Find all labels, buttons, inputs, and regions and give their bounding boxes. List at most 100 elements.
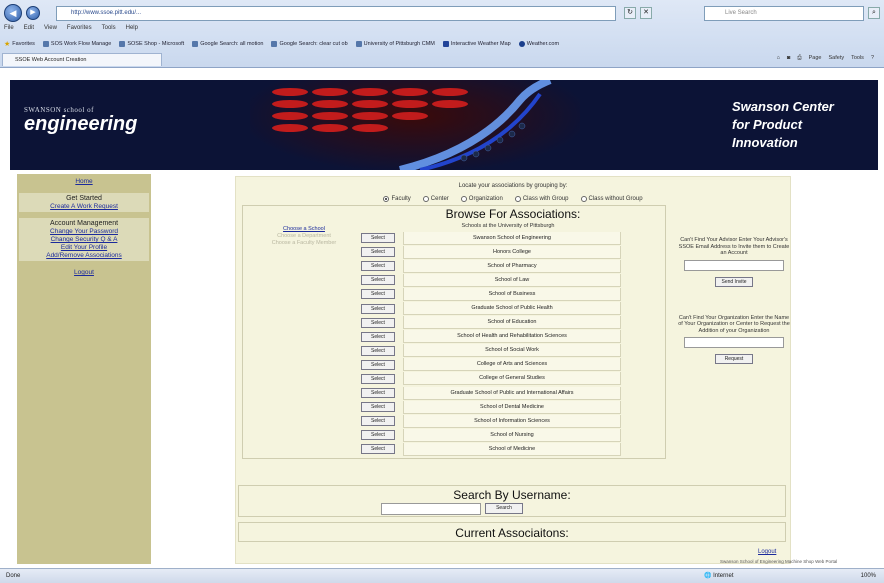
search-button[interactable]: Search xyxy=(485,503,523,514)
radio-label: Organization xyxy=(468,196,503,202)
favorite-link[interactable]: Google Search: clear cut ob xyxy=(271,40,348,47)
menu-edit[interactable]: Edit xyxy=(24,25,34,35)
school-row: Select School of Nursing xyxy=(361,428,621,442)
menu-file[interactable]: File xyxy=(4,25,14,35)
safety-menu[interactable]: Safety xyxy=(829,55,845,62)
school-name: Honors College xyxy=(403,245,621,259)
school-name: School of Health and Rehabilitation Scie… xyxy=(403,330,621,344)
sidebar-item-change-security[interactable]: Change Security Q & A xyxy=(19,236,149,244)
favorite-label: SOS Work Flow Manage xyxy=(50,40,112,47)
feeds-icon[interactable]: ◙ xyxy=(787,55,790,62)
menu-tools[interactable]: Tools xyxy=(102,25,116,35)
favorite-link[interactable]: Weather.com xyxy=(518,40,559,47)
sidebar-item-edit-profile[interactable]: Edit Your Profile xyxy=(19,244,149,252)
menu-bar: File Edit View Favorites Tools Help xyxy=(4,25,138,35)
select-button[interactable]: Select xyxy=(361,345,395,356)
school-row: Select School of Business xyxy=(361,287,621,301)
page-icon xyxy=(271,40,278,47)
tools-menu[interactable]: Tools xyxy=(851,55,864,62)
school-row: Select School of Information Sciences xyxy=(361,414,621,428)
favorite-link[interactable]: SOSE Shop - Microsoft xyxy=(119,40,185,47)
school-name: College of General Studies xyxy=(403,372,621,386)
send-invite-button[interactable]: Send Invite xyxy=(715,276,753,287)
school-row: Select School of Education xyxy=(361,316,621,330)
school-row: Select College of Arts and Sciences xyxy=(361,358,621,372)
select-button[interactable]: Select xyxy=(361,233,395,244)
sidebar-item-add-remove[interactable]: Add/Remove Associations xyxy=(19,252,149,260)
sidebar-item-logout[interactable]: Logout xyxy=(17,269,151,277)
username-search-input[interactable] xyxy=(381,503,481,515)
favorite-link[interactable]: University of Pittsburgh CMM xyxy=(355,40,435,47)
banner-artwork xyxy=(272,80,552,170)
select-button[interactable]: Select xyxy=(361,275,395,286)
page-menu[interactable]: Page xyxy=(809,55,822,62)
request-button[interactable]: Request xyxy=(715,354,753,364)
sidebar-heading: Account Management xyxy=(49,220,119,227)
school-name: School of Dental Medicine xyxy=(403,400,621,414)
sidebar-item-home[interactable]: Home xyxy=(17,178,151,186)
radio-button[interactable] xyxy=(514,196,521,202)
favorite-link[interactable]: SOS Work Flow Manage xyxy=(42,40,112,47)
home-icon[interactable]: ⌂ xyxy=(777,55,780,62)
choose-school-link[interactable]: Choose a School xyxy=(251,226,357,233)
select-button[interactable]: Select xyxy=(361,388,395,399)
school-row: Select School of Medicine xyxy=(361,442,621,456)
sidebar-item-create-request[interactable]: Create A Work Request xyxy=(19,203,149,211)
refresh-icon[interactable]: ↻ xyxy=(624,7,636,19)
select-button[interactable]: Select xyxy=(361,444,395,455)
organization-name-field[interactable] xyxy=(684,337,784,348)
select-button[interactable]: Select xyxy=(361,416,395,427)
page-icon xyxy=(42,40,49,47)
select-button[interactable]: Select xyxy=(361,430,395,441)
menu-help[interactable]: Help xyxy=(126,25,138,35)
choose-faculty-link: Choose a Faculty Member xyxy=(271,240,337,246)
school-name: Graduate School of Public Health xyxy=(403,302,621,316)
select-button[interactable]: Select xyxy=(361,289,395,300)
radio-class-without-group[interactable]: Class without Group xyxy=(580,196,643,202)
radio-faculty[interactable]: Faculty xyxy=(383,196,411,202)
favorite-label: SOSE Shop - Microsoft xyxy=(127,40,185,47)
radio-button[interactable] xyxy=(422,196,429,202)
help-icon[interactable]: ? xyxy=(871,55,874,62)
status-text: Done xyxy=(6,573,21,579)
menu-view[interactable]: View xyxy=(44,25,57,35)
print-icon[interactable]: ⎙ xyxy=(797,55,801,62)
forward-icon[interactable]: ▶ xyxy=(26,6,40,20)
school-row: Select Graduate School of Public Health xyxy=(361,301,621,316)
radio-button[interactable] xyxy=(460,196,467,202)
select-button[interactable]: Select xyxy=(361,331,395,342)
favorite-link[interactable]: Interactive Weather Map xyxy=(442,40,511,47)
footer-logout-link[interactable]: Logout xyxy=(758,549,776,555)
browse-title: Browse For Associations: xyxy=(445,207,581,221)
school-row: Select Graduate School of Public and Inte… xyxy=(361,386,621,400)
browser-tab[interactable]: SSOE Web Account Creation xyxy=(2,53,162,66)
select-button[interactable]: Select xyxy=(361,247,395,258)
search-icon[interactable]: ⌕ xyxy=(868,7,880,19)
browser-search-input[interactable]: Live Search xyxy=(704,6,864,21)
select-button[interactable]: Select xyxy=(361,303,395,314)
back-icon[interactable]: ◀ xyxy=(4,4,22,22)
address-input[interactable]: http://www.ssoe.pitt.edu/... xyxy=(56,6,616,21)
radio-center[interactable]: Center xyxy=(422,196,449,202)
globe-icon: 🌐 xyxy=(704,573,714,579)
schools-caption: Schools at the University of Pittsburgh xyxy=(461,223,555,229)
stop-icon[interactable]: ✕ xyxy=(640,7,652,19)
advisor-email-field[interactable] xyxy=(684,259,784,271)
select-button[interactable]: Select xyxy=(361,373,395,384)
radio-button[interactable] xyxy=(383,196,390,202)
zoom-level[interactable]: 100% xyxy=(861,569,876,583)
select-button[interactable]: Select xyxy=(361,359,395,370)
favorites-bar: ★ Favorites SOS Work Flow Manage SOSE Sho… xyxy=(0,37,884,50)
sidebar-item-change-password[interactable]: Change Your Password xyxy=(19,228,149,236)
radio-button[interactable] xyxy=(580,196,587,202)
school-name: School of Education xyxy=(403,316,621,330)
select-button[interactable]: Select xyxy=(361,261,395,272)
menu-favorites[interactable]: Favorites xyxy=(67,25,92,35)
page-icon xyxy=(192,40,199,47)
radio-organization[interactable]: Organization xyxy=(460,196,503,202)
select-button[interactable]: Select xyxy=(361,317,395,328)
radio-class-with-group[interactable]: Class with Group xyxy=(514,196,569,202)
favorite-link[interactable]: Google Search: all motion xyxy=(192,40,263,47)
favorites-button[interactable]: ★ Favorites xyxy=(4,40,35,48)
select-button[interactable]: Select xyxy=(361,402,395,413)
